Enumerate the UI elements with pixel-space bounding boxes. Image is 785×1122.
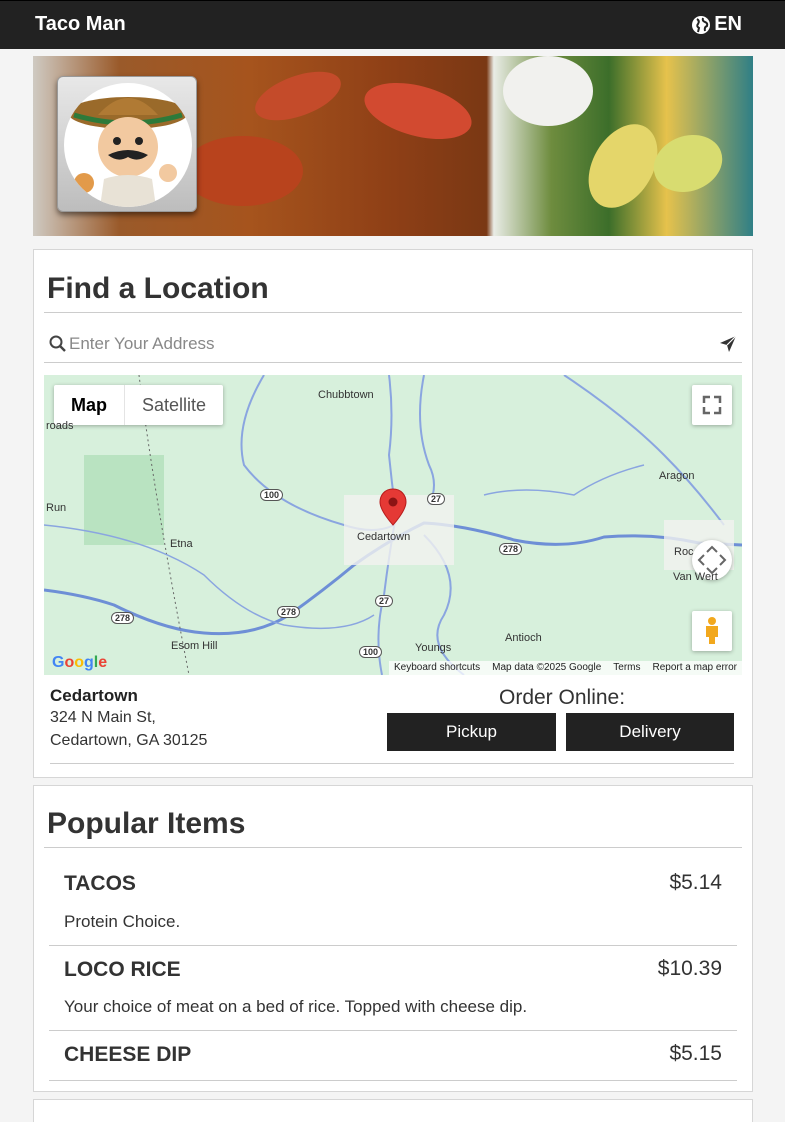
route-shield: 278 bbox=[277, 606, 301, 618]
item-name[interactable]: CHEESE DIP bbox=[64, 1043, 191, 1067]
location-marker-icon[interactable] bbox=[379, 488, 407, 526]
divider bbox=[44, 312, 742, 313]
route-shield: 100 bbox=[260, 489, 284, 501]
item-name[interactable]: TACOS bbox=[64, 872, 136, 896]
map-label: Esom Hill bbox=[171, 640, 218, 652]
address-line-1: 324 N Main St, bbox=[50, 709, 156, 726]
item-divider bbox=[49, 1080, 737, 1081]
map-type-satellite[interactable]: Satellite bbox=[125, 385, 223, 425]
map-type-map[interactable]: Map bbox=[54, 385, 125, 425]
map-data-attribution: Map data ©2025 Google bbox=[492, 662, 602, 673]
next-section-card bbox=[33, 1099, 753, 1122]
map-type-control: Map Satellite bbox=[54, 385, 224, 425]
keyboard-shortcuts-link[interactable]: Keyboard shortcuts bbox=[394, 661, 480, 675]
language-code: EN bbox=[714, 13, 742, 35]
item-price: $5.15 bbox=[669, 1042, 722, 1065]
pickup-button[interactable]: Pickup bbox=[387, 713, 556, 751]
delivery-button[interactable]: Delivery bbox=[566, 713, 734, 751]
map-label: Etna bbox=[170, 538, 193, 550]
fullscreen-button[interactable] bbox=[692, 385, 732, 425]
map-label: Youngs bbox=[415, 642, 452, 654]
item-price: $5.14 bbox=[669, 871, 722, 894]
map-label: Aragon bbox=[659, 470, 695, 482]
terms-link[interactable]: Terms bbox=[613, 661, 640, 675]
map-label: Cedartown bbox=[357, 531, 411, 543]
map-label: Van Wert bbox=[673, 571, 718, 583]
route-shield: 27 bbox=[427, 493, 446, 505]
map-label: Antioch bbox=[505, 632, 542, 644]
restaurant-logo bbox=[57, 76, 197, 212]
find-location-title: Find a Location bbox=[47, 272, 269, 305]
pegman-icon bbox=[706, 617, 718, 644]
route-shield: 27 bbox=[375, 595, 394, 607]
item-price: $10.39 bbox=[657, 957, 722, 980]
order-online-label: Order Online: bbox=[499, 686, 626, 709]
map-label: Run bbox=[46, 502, 67, 514]
map-footer: Keyboard shortcuts Map data ©2025 Google… bbox=[388, 661, 742, 675]
globe-icon bbox=[692, 15, 711, 34]
fullscreen-icon bbox=[702, 395, 722, 415]
item-divider bbox=[49, 1030, 737, 1031]
item-description: Your choice of meat on a bed of rice. To… bbox=[64, 997, 528, 1016]
popular-items-card: Popular Items TACOS $5.14 Protein Choice… bbox=[33, 785, 753, 1092]
divider bbox=[50, 763, 734, 764]
map-label: roads bbox=[46, 420, 74, 432]
address-search bbox=[44, 325, 742, 363]
route-shield: 278 bbox=[111, 612, 135, 624]
top-navbar: Taco Man EN bbox=[0, 0, 785, 49]
locate-me-icon[interactable] bbox=[719, 335, 737, 353]
report-error-link[interactable]: Report a map error bbox=[653, 661, 737, 675]
divider bbox=[44, 847, 742, 848]
google-logo: Google bbox=[52, 654, 108, 671]
item-description: Protein Choice. bbox=[64, 912, 181, 931]
address-line-2: Cedartown, GA 30125 bbox=[50, 732, 208, 749]
route-shield: 100 bbox=[359, 646, 383, 658]
find-location-card: Find a Location Map S bbox=[33, 249, 753, 778]
popular-items-title: Popular Items bbox=[47, 807, 246, 840]
brand-name[interactable]: Taco Man bbox=[35, 13, 126, 36]
item-divider bbox=[49, 945, 737, 946]
route-shield: 278 bbox=[499, 543, 523, 555]
map-label: Chubbtown bbox=[318, 389, 374, 401]
location-name: Cedartown bbox=[50, 686, 138, 705]
location-map[interactable]: Map Satellite Chubbtown Aragon Cedartown bbox=[44, 375, 742, 675]
address-input[interactable] bbox=[69, 331, 709, 357]
language-selector[interactable]: EN bbox=[691, 13, 742, 36]
street-view-button[interactable] bbox=[692, 611, 732, 651]
map-label: Roc bbox=[674, 546, 694, 558]
search-icon bbox=[49, 335, 66, 352]
item-name[interactable]: LOCO RICE bbox=[64, 958, 181, 982]
